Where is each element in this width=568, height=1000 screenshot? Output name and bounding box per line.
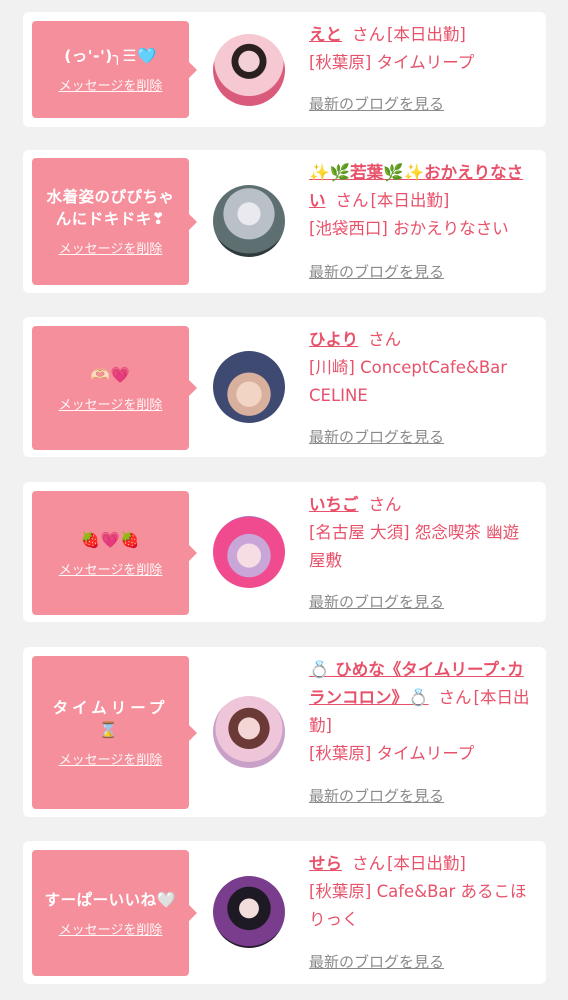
latest-blog-link[interactable]: 最新のブログを見る [309,785,444,806]
shop-info: [川崎] ConceptCafe&Bar CELINE [309,358,508,405]
latest-blog-link[interactable]: 最新のブログを見る [309,426,444,447]
avatar[interactable] [213,696,285,768]
name-suffix: さん [438,688,472,707]
latest-blog-link[interactable]: 最新のブログを見る [309,591,444,612]
message-text: タイムリープ⌛ [52,699,169,739]
message-text: 水着姿のぴぴちゃんにドキドキ❣ [46,188,175,228]
message-card: 🍓💗🍓 メッセージを削除 いちご さん [名古屋 大須] 怨念喫茶 幽遊屋敷 最新… [23,482,546,622]
message-bubble: (っ'-')╮☰🩵 メッセージを削除 [32,21,197,118]
cast-info: 💍 ひめな《タイムリープ･カランコロン》💍 さん [本日出勤] [秋葉原] タイムリ… [309,656,532,768]
cast-name-link[interactable]: せら [309,854,342,873]
message-bubble: 水着姿のぴぴちゃんにドキドキ❣ メッセージを削除 [32,158,197,285]
name-suffix: さん [368,495,402,514]
cast-info: いちご さん [名古屋 大須] 怨念喫茶 幽遊屋敷 [309,491,532,575]
shop-info: [秋葉原] タイムリープ [309,53,475,72]
attendance-status: [本日出勤] [387,854,466,873]
message-text: 🍓💗🍓 [80,530,141,549]
latest-blog-link[interactable]: 最新のブログを見る [309,951,444,972]
avatar[interactable] [213,34,285,106]
shop-info: [名古屋 大須] 怨念喫茶 幽遊屋敷 [309,523,520,570]
message-text: すーぱーいいね🤍 [44,890,177,909]
cast-name-link[interactable]: いちご [309,495,359,514]
name-suffix: さん [352,854,385,873]
message-card: すーぱーいいね🤍 メッセージを削除 せら さん [本日出勤] [秋葉原] Cafe&… [23,841,546,984]
delete-message-link[interactable]: メッセージを削除 [59,75,163,94]
avatar[interactable] [213,185,285,257]
cast-info: えと さん [本日出勤] [秋葉原] タイムリープ [309,21,532,77]
message-text: (っ'-')╮☰🩵 [64,47,157,65]
message-bubble: 🍓💗🍓 メッセージを削除 [32,491,197,615]
delete-message-link[interactable]: メッセージを削除 [59,919,163,938]
attendance-status: [本日出勤] [370,191,450,210]
cast-name-link[interactable]: ひより [309,330,358,349]
message-card: タイムリープ⌛ メッセージを削除 💍 ひめな《タイムリープ･カランコロン》💍 さん… [23,647,546,817]
message-card: 水着姿のぴぴちゃんにドキドキ❣ メッセージを削除 ✨🌿若葉🌿✨おかえりなさい さん… [23,150,546,293]
latest-blog-link[interactable]: 最新のブログを見る [309,261,444,282]
name-suffix: さん [368,330,402,349]
message-bubble: すーぱーいいね🤍 メッセージを削除 [32,850,197,976]
cast-info: ひより さん [川崎] ConceptCafe&Bar CELINE [309,326,532,410]
shop-info: [秋葉原] Cafe&Bar あるこほりっく [309,882,527,929]
cast-name-link[interactable]: えと [309,25,342,44]
message-card: 🫶🏻💗 メッセージを削除 ひより さん [川崎] ConceptCafe&Bar … [23,317,546,457]
message-bubble: 🫶🏻💗 メッセージを削除 [32,326,197,450]
shop-info: [秋葉原] タイムリープ [309,744,475,763]
latest-blog-link[interactable]: 最新のブログを見る [309,93,444,114]
cast-info: ✨🌿若葉🌿✨おかえりなさい さん [本日出勤] [池袋西口] おかえりなさい [309,159,532,243]
avatar[interactable] [213,516,285,588]
delete-message-link[interactable]: メッセージを削除 [59,238,163,257]
attendance-status: [本日出勤] [387,25,466,44]
cast-info: せら さん [本日出勤] [秋葉原] Cafe&Bar あるこほりっく [309,850,532,934]
avatar[interactable] [213,876,285,948]
message-list: (っ'-')╮☰🩵 メッセージを削除 えと さん [本日出勤] [秋葉原] タイムリ… [0,0,568,1000]
name-suffix: さん [352,25,385,44]
delete-message-link[interactable]: メッセージを削除 [59,749,163,768]
shop-info: [池袋西口] おかえりなさい [309,219,509,238]
message-bubble: タイムリープ⌛ メッセージを削除 [32,656,197,809]
delete-message-link[interactable]: メッセージを削除 [59,559,163,578]
message-card: (っ'-')╮☰🩵 メッセージを削除 えと さん [本日出勤] [秋葉原] タイムリ… [23,12,546,127]
avatar[interactable] [213,351,285,423]
message-text: 🫶🏻💗 [90,365,131,384]
delete-message-link[interactable]: メッセージを削除 [59,394,163,413]
name-suffix: さん [335,191,369,210]
